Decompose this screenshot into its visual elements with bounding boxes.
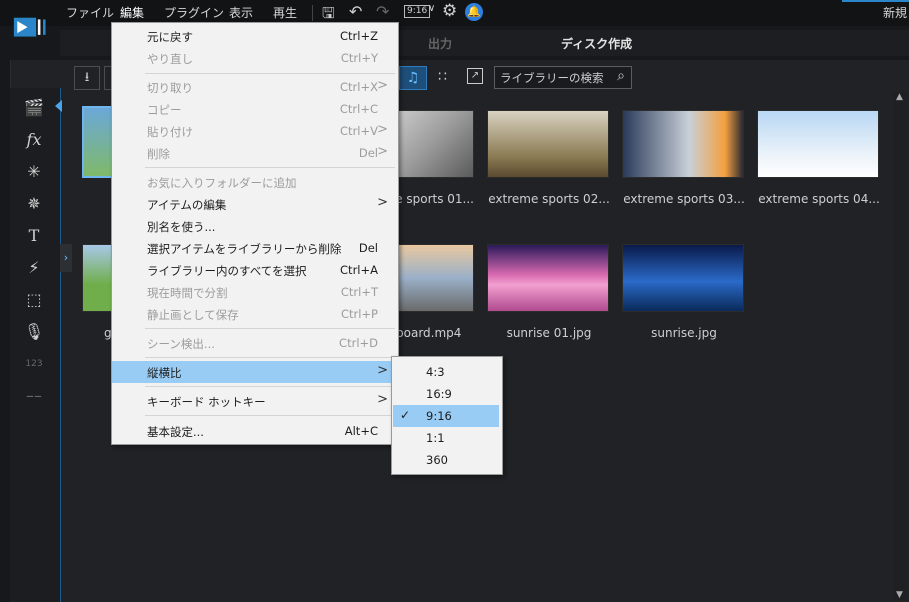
menu-file[interactable]: ファイル xyxy=(66,4,114,21)
import-media-icon[interactable]: ⭳ xyxy=(74,66,100,90)
library-item[interactable]: g xyxy=(82,244,112,340)
library-item[interactable]: extreme sports 03... xyxy=(622,110,746,206)
library-search-box[interactable]: ライブラリーの検索 ⌕ xyxy=(494,66,632,89)
library-scrollbar[interactable]: ▲ ▼ xyxy=(893,92,907,600)
aspect-ratio-badge[interactable]: 9:16 xyxy=(404,5,431,18)
menu-item-edit-item[interactable]: アイテムの編集 > xyxy=(112,193,398,215)
menu-view[interactable]: 表示 xyxy=(229,4,253,21)
menu-item-save-as-still[interactable]: 静止画として保存 Ctrl+P xyxy=(112,303,398,325)
clip-thumbnail[interactable] xyxy=(622,244,744,312)
clip-label: board.mp4 xyxy=(396,326,462,340)
fx-room-icon[interactable]: fx xyxy=(22,129,46,151)
app-logo-icon[interactable] xyxy=(12,16,50,40)
undo-icon[interactable]: ↶ xyxy=(349,2,362,21)
expand-panel-button[interactable]: › xyxy=(60,244,72,272)
notification-bell-icon[interactable]: 🔔 xyxy=(465,3,483,21)
menu-item-scene-detection[interactable]: シーン検出... Ctrl+D xyxy=(112,332,398,354)
menu-separator xyxy=(145,328,395,329)
menu-item-preferences[interactable]: 基本設定... Alt+C xyxy=(112,420,398,442)
search-icon[interactable]: ⌕ xyxy=(617,68,625,84)
expand-icon[interactable]: ↗ xyxy=(467,68,483,84)
pip-room-icon[interactable]: ✳ xyxy=(22,161,46,183)
clip-label: extreme sports 02... xyxy=(488,192,610,206)
new-project-accent xyxy=(842,0,909,2)
active-room-indicator xyxy=(55,100,62,112)
voiceover-room-icon[interactable]: 🎙 xyxy=(22,321,46,343)
clip-thumbnail[interactable] xyxy=(757,110,879,178)
menu-separator xyxy=(145,167,395,168)
menu-item-split-at-current-time[interactable]: 現在時間で分割 Ctrl+T xyxy=(112,281,398,303)
clip-thumbnail[interactable] xyxy=(622,110,744,178)
library-item[interactable]: sunrise 01.jpg xyxy=(487,244,611,340)
aspect-option-4-3[interactable]: 4:3 xyxy=(393,361,499,383)
tab-output[interactable]: 出力 xyxy=(428,35,452,52)
library-item[interactable]: extreme sports 02... xyxy=(487,110,611,206)
menu-item-copy[interactable]: コピー Ctrl+C xyxy=(112,98,398,120)
clip-thumbnail[interactable] xyxy=(487,110,609,178)
particle-room-icon[interactable]: ✵ xyxy=(22,193,46,215)
sort-icon[interactable]: ∷ xyxy=(438,69,447,85)
aspect-ratio-submenu: 4:3 16:9 ✓ 9:16 1:1 360 xyxy=(391,356,503,475)
menu-separator xyxy=(145,357,395,358)
edit-menu: 元に戻す Ctrl+Z やり直し Ctrl+Y 切り取り Ctrl+X > コピー Ctr… xyxy=(111,22,399,445)
chevron-right-icon: > xyxy=(377,363,388,378)
menu-item-redo[interactable]: やり直し Ctrl+Y xyxy=(112,47,398,69)
clip-label: extreme sports 04... xyxy=(758,192,880,206)
checkmark-icon: ✓ xyxy=(400,408,411,422)
audio-mixing-room-icon[interactable]: ⬚ xyxy=(22,289,46,311)
aspect-option-9-16[interactable]: ✓ 9:16 xyxy=(393,405,499,427)
menu-item-add-to-favorites[interactable]: お気に入りフォルダーに追加 xyxy=(112,171,398,193)
library-item[interactable]: extreme sports 04... xyxy=(757,110,881,206)
aspect-option-16-9[interactable]: 16:9 xyxy=(393,383,499,405)
aspect-option-1-1[interactable]: 1:1 xyxy=(393,427,499,449)
library-item[interactable]: board.mp4 xyxy=(396,244,476,340)
chevron-down-icon[interactable]: ∨ xyxy=(428,3,435,14)
menu-separator xyxy=(145,73,395,74)
gear-icon[interactable]: ⚙ xyxy=(442,1,457,21)
menu-playback[interactable]: 再生 xyxy=(273,4,297,21)
subtitle-room-icon[interactable]: –– xyxy=(22,385,46,407)
clip-label: sunrise.jpg xyxy=(651,326,717,340)
title-room-icon[interactable]: T xyxy=(22,225,46,247)
chevron-right-icon: > xyxy=(377,122,388,137)
menu-item-remove-from-library[interactable]: 選択アイテムをライブラリーから削除 Del xyxy=(112,237,398,259)
menubar-divider xyxy=(312,5,313,21)
menu-edit[interactable]: 編集 xyxy=(120,4,144,21)
menu-item-delete[interactable]: 削除 Del > xyxy=(112,142,398,164)
chevron-right-icon: > xyxy=(377,195,388,210)
scroll-down-icon[interactable]: ▼ xyxy=(896,590,903,600)
chapter-room-icon[interactable]: 123 xyxy=(22,353,46,375)
menu-item-undo[interactable]: 元に戻す Ctrl+Z xyxy=(112,25,398,47)
chevron-right-icon: > xyxy=(377,392,388,407)
menu-item-select-all[interactable]: ライブラリー内のすべてを選択 Ctrl+A xyxy=(112,259,398,281)
music-filter-icon[interactable]: ♫ xyxy=(399,66,427,90)
transition-room-icon[interactable]: ⚡ xyxy=(22,257,46,279)
menu-plugin[interactable]: プラグイン xyxy=(164,4,224,21)
redo-icon[interactable]: ↷ xyxy=(376,2,389,21)
scroll-up-icon[interactable]: ▲ xyxy=(896,92,903,102)
chevron-right-icon: > xyxy=(377,144,388,159)
clip-thumbnail[interactable] xyxy=(396,244,474,312)
aspect-option-360[interactable]: 360 xyxy=(393,449,499,471)
clip-thumbnail[interactable] xyxy=(82,244,112,312)
search-input[interactable]: ライブラリーの検索 xyxy=(500,70,604,86)
clip-label: sunrise 01.jpg xyxy=(506,326,592,340)
menu-item-aspect-ratio[interactable]: 縦横比 > xyxy=(112,361,398,383)
chevron-right-icon: > xyxy=(377,78,388,93)
menu-separator xyxy=(145,386,395,387)
library-item[interactable]: sunrise.jpg xyxy=(622,244,746,340)
clip-label: extreme sports 03... xyxy=(623,192,745,206)
menu-separator xyxy=(145,415,395,416)
menu-item-cut[interactable]: 切り取り Ctrl+X > xyxy=(112,76,398,98)
clip-thumbnail[interactable] xyxy=(487,244,609,312)
media-room-icon[interactable]: 🎬 xyxy=(22,97,46,119)
tab-disc-authoring[interactable]: ディスク作成 xyxy=(561,35,632,52)
new-label[interactable]: 新規 xyxy=(883,4,907,21)
menu-item-keyboard-hotkeys[interactable]: キーボード ホットキー > xyxy=(112,390,398,412)
menu-item-rename[interactable]: 別名を使う... xyxy=(112,215,398,237)
menu-item-paste[interactable]: 貼り付け Ctrl+V > xyxy=(112,120,398,142)
